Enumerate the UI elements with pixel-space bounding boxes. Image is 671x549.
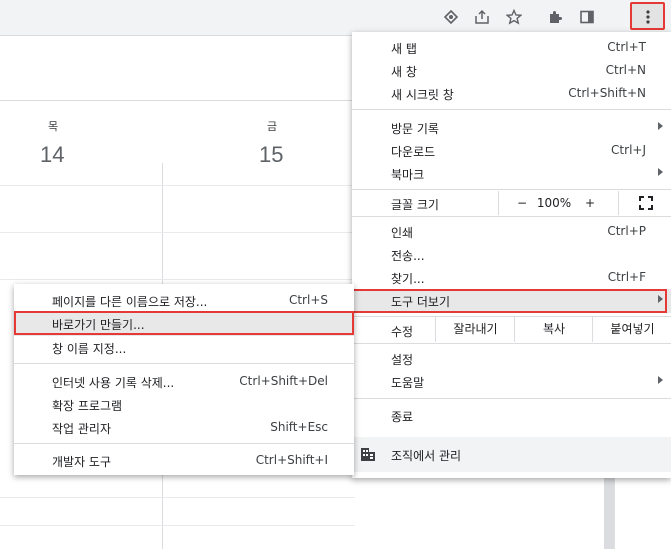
menu-item-shortcut: Ctrl+P [607,224,646,238]
menu-divider [352,216,671,217]
menu-item-shortcut: Ctrl+N [605,63,646,77]
share-icon[interactable] [470,5,494,29]
grid-row-line [0,279,355,280]
menu-item-settings[interactable]: 설정 [352,347,671,370]
submenu-item-save-page[interactable]: 페이지를 다른 이름으로 저장... Ctrl+S [14,289,354,312]
submenu-arrow-icon [658,295,663,303]
extensions-icon[interactable] [543,5,567,29]
submenu-arrow-icon [658,122,663,130]
menu-item-label: 북마크 [391,168,425,182]
submenu-item-clear-browsing-data[interactable]: 인터넷 사용 기록 삭제... Ctrl+Shift+Del [14,370,354,393]
edit-label: 수정 [391,325,414,339]
menu-item-shortcut: Shift+Esc [270,420,328,434]
menu-item-label: 새 시크릿 창 [391,88,454,102]
menu-item-print[interactable]: 인쇄 Ctrl+P [352,220,671,243]
fullscreen-button[interactable] [618,191,671,215]
menu-item-label: 바로가기 만들기... [52,318,145,332]
menu-item-shortcut: Ctrl+S [288,293,328,307]
menu-divider [14,443,354,444]
paste-button[interactable]: 붙여넣기 [592,317,671,342]
menu-divider [14,363,354,364]
menu-item-label: 종료 [391,410,414,424]
zoom-value: 100% [536,196,572,210]
fullscreen-icon [638,196,653,210]
menu-item-label: 인터넷 사용 기록 삭제... [52,376,175,390]
menu-item-label: 새 창 [391,65,417,79]
submenu-item-create-shortcut[interactable]: 바로가기 만들기... [14,312,354,336]
lens-icon[interactable] [439,5,463,29]
grid-row-line [0,497,355,498]
menu-item-shortcut: Ctrl+Shift+N [568,86,646,100]
submenu-item-task-manager[interactable]: 작업 관리자 Shift+Esc [14,416,354,439]
menu-item-new-window[interactable]: 새 창 Ctrl+N [352,59,671,82]
grid-row-line [0,232,355,233]
day-name-thursday: 목 [48,120,59,133]
menu-item-shortcut: Ctrl+Shift+Del [239,374,328,388]
side-panel-icon[interactable] [575,5,599,29]
submenu-arrow-icon [658,168,663,176]
grid-row-line [0,525,355,526]
menu-divider [352,189,671,190]
menu-item-shortcut: Ctrl+F [607,270,646,284]
menu-item-label: 확장 프로그램 [52,399,123,413]
menu-item-label: 방문 기록 [391,122,439,136]
menu-item-label: 인쇄 [391,226,414,240]
menu-item-new-tab[interactable]: 새 탭 Ctrl+T [352,36,671,59]
menu-item-bookmarks[interactable]: 북마크 [352,162,671,185]
menu-divider [352,343,671,344]
menu-item-help[interactable]: 도움말 [352,370,671,393]
menu-item-find[interactable]: 찾기... Ctrl+F [352,266,671,289]
menu-item-label: 창 이름 지정... [52,342,127,356]
grid-row-line [0,185,355,186]
submenu-arrow-icon [658,376,663,384]
menu-item-incognito[interactable]: 새 시크릿 창 Ctrl+Shift+N [352,82,671,105]
menu-divider [352,398,671,399]
submenu-item-name-window[interactable]: 창 이름 지정... [14,336,354,359]
menu-item-shortcut: Ctrl+J [611,143,646,157]
menu-edit-row: 수정 잘라내기 복사 붙여넣기 [352,317,671,342]
chrome-main-menu: 새 탭 Ctrl+T 새 창 Ctrl+N 새 시크릿 창 Ctrl+Shift… [352,32,671,478]
menu-item-label: 전송... [391,249,425,263]
menu-item-exit[interactable]: 종료 [352,404,671,427]
submenu-item-extensions[interactable]: 확장 프로그램 [14,393,354,416]
building-icon [361,448,375,461]
menu-divider [352,109,671,110]
menu-item-label: 도움말 [391,376,425,390]
day-name-friday: 금 [267,120,278,133]
day-number-15[interactable]: 15 [259,142,283,168]
zoom-label: 글꼴 크기 [391,198,439,212]
cut-button[interactable]: 잘라내기 [435,317,515,342]
menu-zoom-row: 글꼴 크기 − 100% + [352,191,671,215]
managed-label: 조직에서 관리 [391,449,462,463]
menu-item-more-tools[interactable]: 도구 더보기 [352,289,671,313]
submenu-item-developer-tools[interactable]: 개발자 도구 Ctrl+Shift+I [14,449,354,472]
managed-by-organization[interactable]: 조직에서 관리 [352,437,671,472]
menu-item-label: 다운로드 [391,145,436,159]
menu-item-label: 설정 [391,353,414,367]
menu-item-history[interactable]: 방문 기록 [352,116,671,139]
menu-item-label: 개발자 도구 [52,455,112,469]
menu-item-shortcut: Ctrl+Shift+I [255,453,328,467]
menu-item-shortcut: Ctrl+T [607,40,646,54]
menu-item-label: 도구 더보기 [391,295,451,309]
copy-button[interactable]: 복사 [514,317,593,342]
more-tools-submenu: 페이지를 다른 이름으로 저장... Ctrl+S 바로가기 만들기... 창 … [14,284,354,475]
zoom-minus-icon: − [516,196,528,210]
menu-item-label: 찾기... [391,272,425,286]
day-number-14[interactable]: 14 [40,142,64,168]
menu-item-cast[interactable]: 전송... [352,243,671,266]
more-vert-icon[interactable] [636,5,660,29]
zoom-in-button[interactable]: + [574,191,606,215]
menu-item-label: 새 탭 [391,42,417,56]
zoom-plus-icon: + [584,196,596,210]
menu-item-label: 페이지를 다른 이름으로 저장... [52,295,208,309]
menu-item-label: 작업 관리자 [52,422,112,436]
menu-item-downloads[interactable]: 다운로드 Ctrl+J [352,139,671,162]
browser-toolbar [0,0,671,36]
star-icon[interactable] [502,5,526,29]
